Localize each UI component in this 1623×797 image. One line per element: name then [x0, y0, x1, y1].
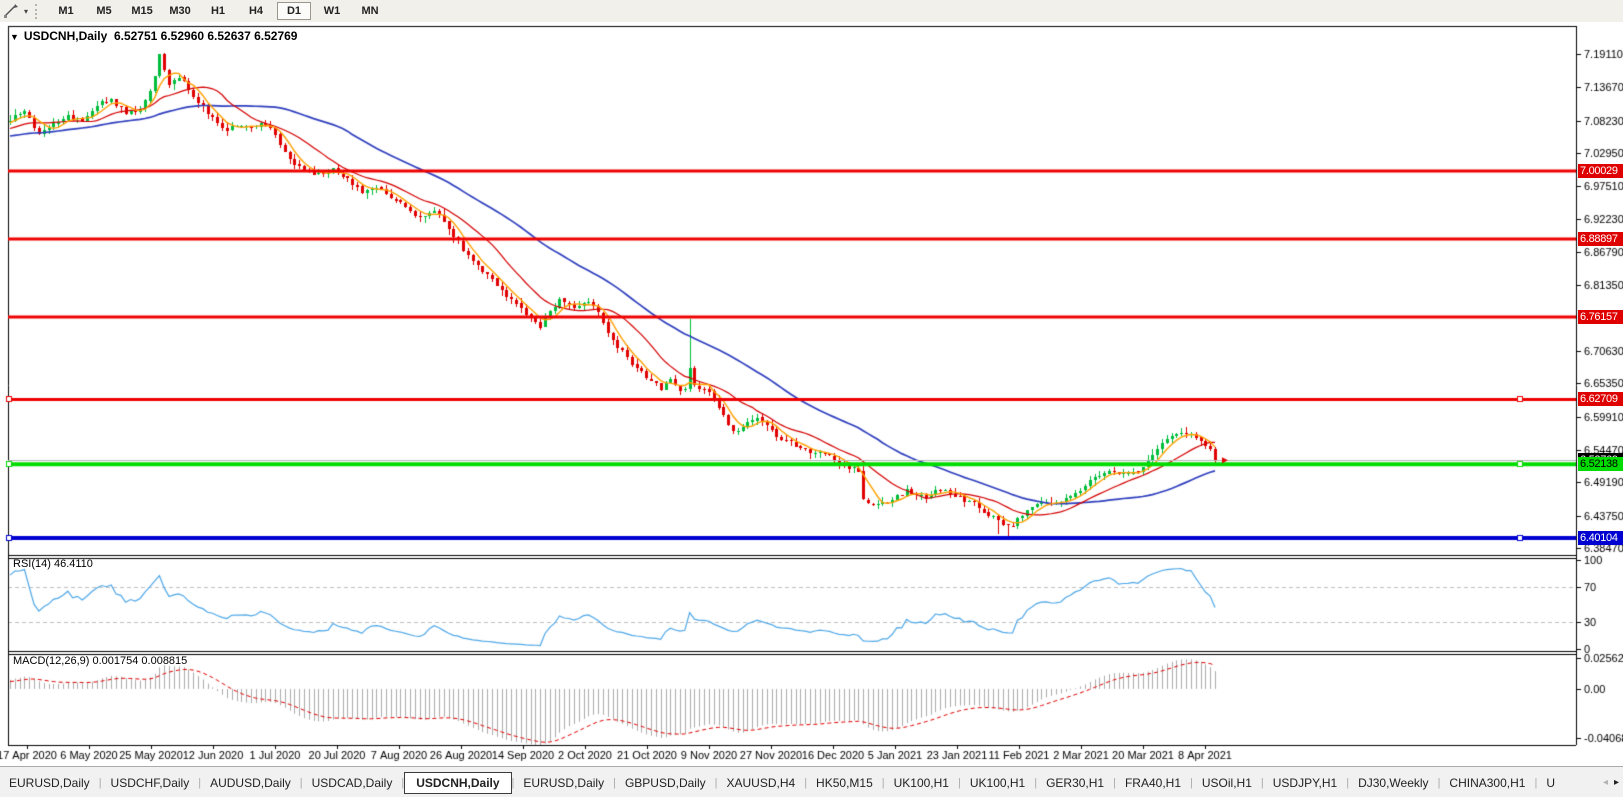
timeframe-buttons: M1M5M15M30H1H4D1W1MN: [47, 2, 389, 20]
timeframe-button-m30[interactable]: M30: [163, 2, 197, 20]
chart-tab-dj30-weekly[interactable]: DJ30,Weekly: [1349, 773, 1437, 793]
macd-indicator-label: MACD(12,26,9) 0.001754 0.008815: [13, 655, 187, 667]
draw-tool-icon[interactable]: [3, 3, 21, 19]
price-badge-6-76157: 6.76157: [1578, 310, 1623, 324]
timeframe-button-d1[interactable]: D1: [277, 2, 311, 20]
chart-tab-eurusd-daily[interactable]: EURUSD,Daily: [514, 773, 613, 793]
tab-scroll-arrows: ◂ ▸: [1599, 767, 1623, 797]
terminal-window: ▾ M1M5M15M30H1H4D1W1MN ▼ USDCNH,Daily 6.5…: [0, 0, 1623, 797]
timeframe-button-mn[interactable]: MN: [353, 2, 387, 20]
chart-title: ▼ USDCNH,Daily 6.52751 6.52960 6.52637 6.…: [10, 29, 297, 43]
rsi-indicator-label: RSI(14) 46.4110: [13, 558, 93, 570]
chart-tab-eurusd-daily[interactable]: EURUSD,Daily: [0, 773, 99, 793]
chart-canvas[interactable]: [0, 22, 1623, 764]
chart-tab-ger30-h1[interactable]: GER30,H1: [1037, 773, 1113, 793]
tool-dropdown-arrow-icon[interactable]: ▾: [24, 7, 28, 16]
tab-scroll-left-icon[interactable]: ◂: [1603, 777, 1608, 788]
price-badge-6-88897: 6.88897: [1578, 232, 1623, 246]
chart-tab-usoil-h1[interactable]: USOil,H1: [1193, 773, 1261, 793]
price-badge-6-52138: 6.52138: [1578, 457, 1623, 471]
timeframe-button-h1[interactable]: H1: [201, 2, 235, 20]
chart-tab-china300-h1[interactable]: CHINA300,H1: [1440, 773, 1534, 793]
timeframe-button-h4[interactable]: H4: [239, 2, 273, 20]
chart-tab-usdjpy-h1[interactable]: USDJPY,H1: [1264, 773, 1346, 793]
tab-scroll-right-icon[interactable]: ▸: [1614, 777, 1619, 788]
chart-tab-xauusd-h4[interactable]: XAUUSD,H4: [718, 773, 805, 793]
timeframe-button-m1[interactable]: M1: [49, 2, 83, 20]
timeframe-button-w1[interactable]: W1: [315, 2, 349, 20]
chart-tab-uk100-h1[interactable]: UK100,H1: [961, 773, 1034, 793]
price-badge-7-00029: 7.00029: [1578, 164, 1623, 178]
chart-tab-usdcnh-daily[interactable]: USDCNH,Daily: [404, 772, 511, 794]
symbol-dropdown-icon[interactable]: ▼: [10, 32, 19, 42]
toolbar-grip-handle[interactable]: [35, 4, 40, 19]
chart-tab-hk50-m15[interactable]: HK50,M15: [807, 773, 882, 793]
chart-tab-usdchf-daily[interactable]: USDCHF,Daily: [102, 773, 199, 793]
chart-tab-u[interactable]: U: [1537, 773, 1564, 793]
top-toolbar: ▾ M1M5M15M30H1H4D1W1MN: [0, 0, 1623, 23]
timeframe-button-m15[interactable]: M15: [125, 2, 159, 20]
chart-tab-audusd-daily[interactable]: AUDUSD,Daily: [201, 773, 300, 793]
chart-tab-bar: EURUSD,Daily|USDCHF,Daily|AUDUSD,Daily|U…: [0, 766, 1623, 797]
chart-ohlc-values: 6.52751 6.52960 6.52637 6.52769: [114, 29, 298, 43]
chart-tab-gbpusd-daily[interactable]: GBPUSD,Daily: [616, 773, 715, 793]
price-badge-6-40104: 6.40104: [1578, 531, 1623, 545]
tabs-container: EURUSD,Daily|USDCHF,Daily|AUDUSD,Daily|U…: [0, 772, 1564, 794]
timeframe-button-m5[interactable]: M5: [87, 2, 121, 20]
chart-tab-uk100-h1[interactable]: UK100,H1: [885, 773, 958, 793]
price-badge-6-62709: 6.62709: [1578, 392, 1623, 406]
chart-tab-fra40-h1[interactable]: FRA40,H1: [1116, 773, 1190, 793]
chart-tab-usdcad-daily[interactable]: USDCAD,Daily: [303, 773, 402, 793]
chart-symbol-period: USDCNH,Daily: [24, 29, 107, 43]
